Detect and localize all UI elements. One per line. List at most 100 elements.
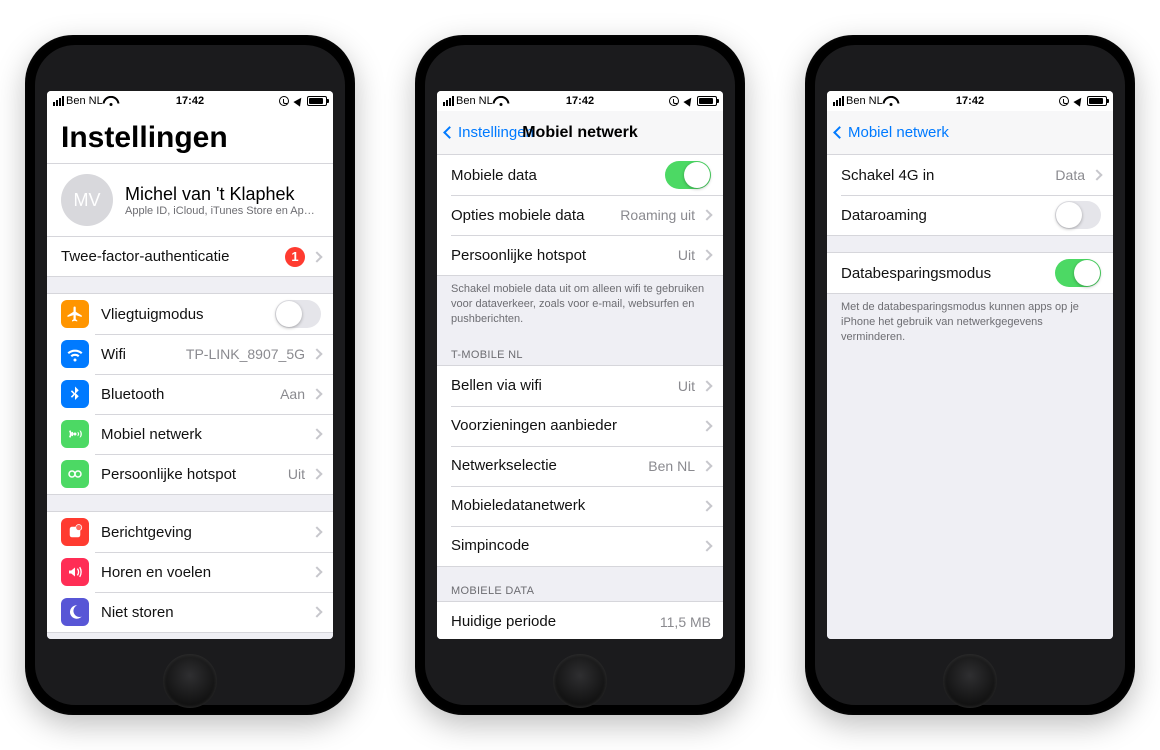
chevron-right-icon bbox=[311, 388, 322, 399]
back-label: Mobiel netwerk bbox=[848, 124, 949, 141]
airplane-mode-cell[interactable]: Vliegtuigmodus bbox=[47, 294, 333, 334]
two-factor-cell[interactable]: Twee-factor-authenticatie 1 bbox=[47, 237, 333, 277]
enable-4g-cell[interactable]: Schakel 4G in Data bbox=[827, 155, 1113, 195]
wifi-icon bbox=[495, 96, 508, 106]
status-bar: Ben NL 17:42 bbox=[47, 91, 333, 111]
two-factor-label: Twee-factor-authenticatie bbox=[61, 248, 279, 265]
apn-cell[interactable]: Mobieledatanetwerk bbox=[437, 486, 723, 526]
bluetooth-label: Bluetooth bbox=[101, 386, 272, 403]
sim-pin-label: Simpincode bbox=[451, 537, 695, 554]
current-period-cell[interactable]: Huidige periode 11,5 MB bbox=[437, 602, 723, 639]
carrier-services-cell[interactable]: Voorzieningen aanbieder bbox=[437, 406, 723, 446]
status-bar: Ben NL 17:42 bbox=[437, 91, 723, 111]
sounds-cell[interactable]: Horen en voelen bbox=[47, 552, 333, 592]
current-period-label: Huidige periode bbox=[451, 613, 652, 630]
hotspot-icon bbox=[61, 460, 89, 488]
wifi-calling-cell[interactable]: Bellen via wifi Uit bbox=[437, 366, 723, 406]
hotspot-value: Uit bbox=[288, 466, 305, 482]
home-button[interactable] bbox=[163, 654, 217, 708]
back-button[interactable]: Mobiel netwerk bbox=[835, 124, 949, 141]
orientation-lock-icon bbox=[279, 96, 289, 106]
network-selection-label: Netwerkselectie bbox=[451, 457, 640, 474]
phone-frame-2: Ben NL 17:42 Instellingen Mobiel netwerk bbox=[415, 35, 745, 715]
chevron-right-icon bbox=[701, 209, 712, 220]
status-bar: Ben NL 17:42 bbox=[827, 91, 1113, 111]
sim-pin-cell[interactable]: Simpincode bbox=[437, 526, 723, 566]
notifications-icon bbox=[61, 518, 89, 546]
back-button[interactable]: Instellingen bbox=[445, 124, 534, 141]
wifi-calling-value: Uit bbox=[678, 378, 695, 394]
chevron-right-icon bbox=[701, 420, 712, 431]
low-data-mode-cell[interactable]: Databesparingsmodus bbox=[827, 253, 1113, 293]
airplane-icon bbox=[61, 300, 89, 328]
chevron-right-icon bbox=[701, 500, 712, 511]
low-data-mode-label: Databesparingsmodus bbox=[841, 265, 1049, 282]
nav-title: Mobiel netwerk bbox=[522, 124, 638, 142]
sounds-label: Horen en voelen bbox=[101, 564, 305, 581]
enable-4g-label: Schakel 4G in bbox=[841, 167, 1047, 184]
airplane-toggle[interactable] bbox=[275, 300, 321, 328]
mobile-network-cell[interactable]: Mobiel netwerk bbox=[47, 414, 333, 454]
home-button[interactable] bbox=[553, 654, 607, 708]
chevron-right-icon bbox=[311, 251, 322, 262]
orientation-lock-icon bbox=[669, 96, 679, 106]
mobile-data-label: Mobiele data bbox=[451, 167, 659, 184]
current-period-value: 11,5 MB bbox=[660, 614, 711, 630]
chevron-right-icon bbox=[311, 566, 322, 577]
mobile-data-toggle[interactable] bbox=[665, 161, 711, 189]
nav-bar: Mobiel netwerk bbox=[827, 111, 1113, 155]
sounds-icon bbox=[61, 558, 89, 586]
network-selection-value: Ben NL bbox=[648, 458, 695, 474]
personal-hotspot-cell[interactable]: Persoonlijke hotspot Uit bbox=[437, 235, 723, 275]
apple-id-cell[interactable]: MV Michel van 't Klaphek Apple ID, iClou… bbox=[47, 164, 333, 237]
carrier-section-header: T-MOBILE NL bbox=[437, 331, 723, 365]
battery-icon bbox=[697, 96, 717, 106]
hotspot-cell[interactable]: Persoonlijke hotspot Uit bbox=[47, 454, 333, 494]
profile-subtitle: Apple ID, iCloud, iTunes Store en App S… bbox=[125, 205, 321, 217]
mobile-data-cell[interactable]: Mobiele data bbox=[437, 155, 723, 195]
airplane-label: Vliegtuigmodus bbox=[101, 306, 269, 323]
dnd-icon bbox=[61, 598, 89, 626]
battery-icon bbox=[1087, 96, 1107, 106]
data-options-cell[interactable]: Opties mobiele data Roaming uit bbox=[437, 195, 723, 235]
location-icon bbox=[683, 95, 694, 106]
data-roaming-cell[interactable]: Dataroaming bbox=[827, 195, 1113, 235]
cellular-icon bbox=[61, 420, 89, 448]
signal-icon bbox=[443, 96, 454, 106]
wifi-icon bbox=[105, 96, 118, 106]
dnd-cell[interactable]: Niet storen bbox=[47, 592, 333, 632]
data-options-label: Opties mobiele data bbox=[451, 207, 612, 224]
nav-bar: Instellingen Mobiel netwerk bbox=[437, 111, 723, 155]
home-button[interactable] bbox=[943, 654, 997, 708]
low-data-mode-toggle[interactable] bbox=[1055, 259, 1101, 287]
wifi-icon bbox=[885, 96, 898, 106]
chevron-right-icon bbox=[311, 606, 322, 617]
notifications-cell[interactable]: Berichtgeving bbox=[47, 512, 333, 552]
avatar: MV bbox=[61, 174, 113, 226]
carrier-services-label: Voorzieningen aanbieder bbox=[451, 417, 695, 434]
carrier-label: Ben NL bbox=[456, 95, 493, 107]
chevron-right-icon bbox=[701, 249, 712, 260]
dnd-label: Niet storen bbox=[101, 604, 305, 621]
chevron-left-icon bbox=[443, 126, 456, 139]
network-selection-cell[interactable]: Netwerkselectie Ben NL bbox=[437, 446, 723, 486]
page-title: Instellingen bbox=[47, 111, 333, 164]
data-options-value: Roaming uit bbox=[620, 207, 695, 223]
personal-hotspot-label: Persoonlijke hotspot bbox=[451, 247, 670, 264]
wifi-label: Wifi bbox=[101, 346, 178, 363]
bluetooth-cell[interactable]: Bluetooth Aan bbox=[47, 374, 333, 414]
chevron-right-icon bbox=[701, 540, 712, 551]
wifi-cell[interactable]: Wifi TP-LINK_8907_5G bbox=[47, 334, 333, 374]
wifi-value: TP-LINK_8907_5G bbox=[186, 346, 305, 362]
data-roaming-toggle[interactable] bbox=[1055, 201, 1101, 229]
bluetooth-value: Aan bbox=[280, 386, 305, 402]
screen-settings-root: Ben NL 17:42 Instellingen MV Michel van … bbox=[47, 91, 333, 639]
wifi-settings-icon bbox=[61, 340, 89, 368]
phone-frame-3: Ben NL 17:42 Mobiel netwerk bbox=[805, 35, 1135, 715]
chevron-right-icon bbox=[1091, 169, 1102, 180]
apn-label: Mobieledatanetwerk bbox=[451, 497, 695, 514]
battery-icon bbox=[307, 96, 327, 106]
location-icon bbox=[1073, 95, 1084, 106]
enable-4g-value: Data bbox=[1055, 167, 1085, 183]
chevron-right-icon bbox=[311, 468, 322, 479]
